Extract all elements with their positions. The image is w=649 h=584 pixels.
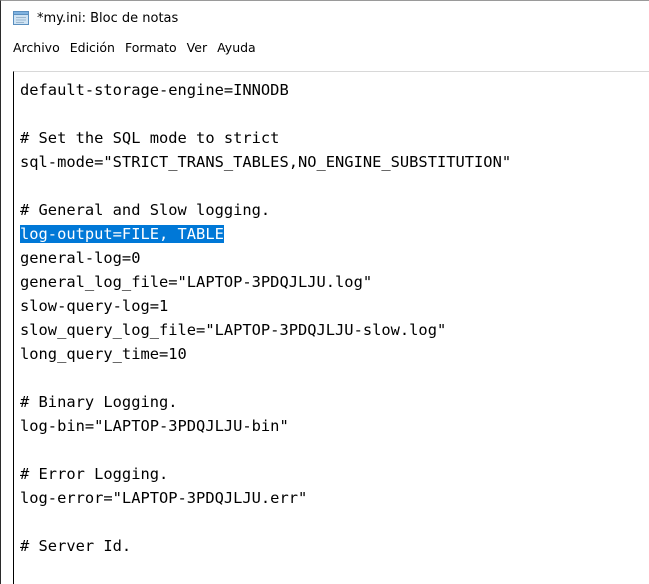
line-text: general_log_file="LAPTOP-3PDQJLJU.log" [20,273,373,291]
editor-line: log-error="LAPTOP-3PDQJLJU.err" [20,486,649,510]
notepad-window: *my.ini: Bloc de notas Archivo Edición F… [0,0,649,584]
editor-line: slow_query_log_file="LAPTOP-3PDQJLJU-slo… [20,318,649,342]
editor-line: default-storage-engine=INNODB [20,78,649,102]
editor-line: log-bin="LAPTOP-3PDQJLJU-bin" [20,414,649,438]
line-text: # Set the SQL mode to strict [20,129,280,147]
menu-ayuda[interactable]: Ayuda [217,40,256,55]
notepad-icon [13,11,29,25]
menu-ver[interactable]: Ver [187,40,207,55]
menu-archivo[interactable]: Archivo [13,40,60,55]
line-text: default-storage-engine=INNODB [20,81,289,99]
line-text: # Server Id. [20,537,132,555]
line-text: general-log=0 [20,249,141,267]
menu-formato[interactable]: Formato [125,40,177,55]
editor-line: # Binary Logging. [20,390,649,414]
line-text: sql-mode="STRICT_TRANS_TABLES,NO_ENGINE_… [20,153,512,171]
line-text: long_query_time=10 [20,345,187,363]
line-text: slow-query-log=1 [20,297,169,315]
editor-line: general-log=0 [20,246,649,270]
selected-text: log-output=FILE, TABLE [20,225,224,243]
line-text: slow_query_log_file="LAPTOP-3PDQJLJU-slo… [20,321,447,339]
editor-line: # Set the SQL mode to strict [20,126,649,150]
line-text: log-bin="LAPTOP-3PDQJLJU-bin" [20,417,289,435]
editor-line: # General and Slow logging. [20,198,649,222]
menu-edicion[interactable]: Edición [70,40,115,55]
line-text: # General and Slow logging. [20,201,271,219]
title-bar[interactable]: *my.ini: Bloc de notas [1,1,649,35]
editor-line: general_log_file="LAPTOP-3PDQJLJU.log" [20,270,649,294]
line-text: # Error Logging. [20,465,169,483]
line-text: log-error="LAPTOP-3PDQJLJU.err" [20,489,308,507]
text-editor-area[interactable]: default-storage-engine=INNODB # Set the … [13,71,649,584]
editor-line: # Error Logging. [20,462,649,486]
window-title: *my.ini: Bloc de notas [37,10,179,26]
editor-line: sql-mode="STRICT_TRANS_TABLES,NO_ENGINE_… [20,150,649,174]
line-text: # Binary Logging. [20,393,178,411]
editor-line: long_query_time=10 [20,342,649,366]
editor-line: # Server Id. [20,534,649,558]
menu-bar: Archivo Edición Formato Ver Ayuda [1,35,649,59]
editor-line: log-output=FILE, TABLE [20,222,649,246]
editor-line: slow-query-log=1 [20,294,649,318]
